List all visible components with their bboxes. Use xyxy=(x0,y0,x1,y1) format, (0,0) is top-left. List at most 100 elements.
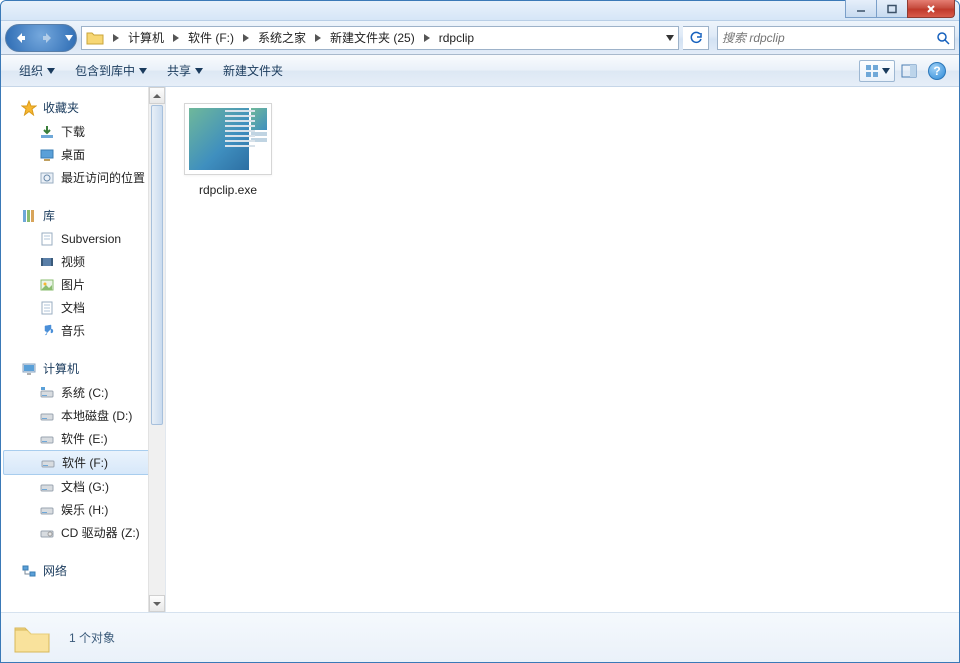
music-icon xyxy=(39,323,55,339)
scroll-down-button[interactable] xyxy=(149,595,165,612)
search-input[interactable] xyxy=(722,31,936,45)
breadcrumb-separator-icon[interactable] xyxy=(110,27,122,49)
breadcrumb-separator-icon[interactable] xyxy=(240,27,252,49)
back-button[interactable] xyxy=(6,25,34,51)
sidebar-item-label: 最近访问的位置 xyxy=(61,169,145,186)
sidebar-group-favorites[interactable]: 收藏夹 xyxy=(1,95,165,120)
sidebar-item-music[interactable]: 音乐 xyxy=(1,319,165,342)
sidebar-item-drive-f[interactable]: 软件 (F:) xyxy=(3,450,163,475)
newfolder-label: 新建文件夹 xyxy=(223,62,283,79)
breadcrumb-separator-icon[interactable] xyxy=(312,27,324,49)
file-thumbnail xyxy=(184,103,272,175)
drive-icon xyxy=(39,502,55,518)
sidebar-item-label: 文档 xyxy=(61,299,85,316)
sidebar-item-videos[interactable]: 视频 xyxy=(1,250,165,273)
sidebar-item-label: 图片 xyxy=(61,276,85,293)
titlebar xyxy=(1,1,959,21)
sidebar-item-drive-g[interactable]: 文档 (G:) xyxy=(1,475,165,498)
address-dropdown[interactable] xyxy=(660,27,678,49)
network-icon xyxy=(21,563,37,579)
breadcrumb-item[interactable]: rdpclip xyxy=(433,27,480,49)
sidebar-item-downloads[interactable]: 下载 xyxy=(1,120,165,143)
maximize-button[interactable] xyxy=(876,0,908,18)
video-icon xyxy=(39,254,55,270)
sidebar-item-label: 音乐 xyxy=(61,322,85,339)
chevron-down-icon xyxy=(195,68,203,74)
sidebar-group-label: 网络 xyxy=(43,562,67,579)
sidebar-item-drive-d[interactable]: 本地磁盘 (D:) xyxy=(1,404,165,427)
recent-icon xyxy=(39,170,55,186)
scroll-thumb[interactable] xyxy=(151,105,163,425)
body: 收藏夹 下载 桌面 最近访问的位置 库 xyxy=(1,87,959,612)
status-text: 1 个对象 xyxy=(69,629,115,646)
cd-drive-icon xyxy=(39,525,55,541)
star-icon xyxy=(21,100,37,116)
sidebar-item-drive-e[interactable]: 软件 (E:) xyxy=(1,427,165,450)
share-button[interactable]: 共享 xyxy=(157,55,213,86)
navigation-pane[interactable]: 收藏夹 下载 桌面 最近访问的位置 库 xyxy=(1,87,166,612)
help-icon: ? xyxy=(928,62,946,80)
preview-pane-icon xyxy=(901,63,917,79)
sidebar-group-computer[interactable]: 计算机 xyxy=(1,356,165,381)
nav-arrows xyxy=(5,24,77,52)
file-item[interactable]: rdpclip.exe xyxy=(178,103,278,197)
document-icon xyxy=(39,300,55,316)
sidebar-item-desktop[interactable]: 桌面 xyxy=(1,143,165,166)
content-pane[interactable]: rdpclip.exe xyxy=(166,87,959,612)
sidebar-item-label: 桌面 xyxy=(61,146,85,163)
picture-icon xyxy=(39,277,55,293)
sidebar-item-label: 视频 xyxy=(61,253,85,270)
breadcrumb-item[interactable]: 系统之家 xyxy=(252,27,312,49)
breadcrumb-item[interactable]: 新建文件夹 (25) xyxy=(324,27,421,49)
minimize-button[interactable] xyxy=(845,0,877,18)
chevron-down-icon xyxy=(47,68,55,74)
new-folder-button[interactable]: 新建文件夹 xyxy=(213,55,293,86)
preview-pane-button[interactable] xyxy=(895,60,923,82)
refresh-button[interactable] xyxy=(683,26,709,50)
search-bar[interactable] xyxy=(717,26,955,50)
chevron-down-icon xyxy=(882,68,890,74)
sidebar-item-drive-h[interactable]: 娱乐 (H:) xyxy=(1,498,165,521)
sidebar-item-subversion[interactable]: Subversion xyxy=(1,228,165,250)
file-name-label: rdpclip.exe xyxy=(199,183,257,197)
sidebar-item-recent[interactable]: 最近访问的位置 xyxy=(1,166,165,189)
chevron-down-icon xyxy=(139,68,147,74)
breadcrumb-item[interactable]: 软件 (F:) xyxy=(182,27,240,49)
sidebar-group-label: 收藏夹 xyxy=(43,99,79,116)
drive-icon xyxy=(39,408,55,424)
drive-icon xyxy=(39,431,55,447)
breadcrumb-item[interactable]: 计算机 xyxy=(122,27,170,49)
drive-icon xyxy=(40,455,56,471)
sidebar-item-label: 系统 (C:) xyxy=(61,384,108,401)
breadcrumb-separator-icon[interactable] xyxy=(170,27,182,49)
nav-history-dropdown[interactable] xyxy=(62,25,76,51)
sidebar-group-label: 计算机 xyxy=(43,360,79,377)
sidebar-item-drive-c[interactable]: 系统 (C:) xyxy=(1,381,165,404)
breadcrumb-separator-icon[interactable] xyxy=(421,27,433,49)
command-bar: 组织 包含到库中 共享 新建文件夹 ? xyxy=(1,55,959,87)
sidebar-group-network[interactable]: 网络 xyxy=(1,558,165,583)
folder-icon xyxy=(86,29,104,47)
sidebar-group-libraries[interactable]: 库 xyxy=(1,203,165,228)
forward-button[interactable] xyxy=(34,25,62,51)
sidebar-item-label: 软件 (E:) xyxy=(61,430,108,447)
drive-icon xyxy=(39,385,55,401)
view-icon xyxy=(864,63,880,79)
sidebar-item-pictures[interactable]: 图片 xyxy=(1,273,165,296)
window-buttons xyxy=(846,0,955,18)
include-in-library-button[interactable]: 包含到库中 xyxy=(65,55,157,86)
library-icon xyxy=(21,208,37,224)
close-button[interactable] xyxy=(907,0,955,18)
sidebar-scrollbar[interactable] xyxy=(148,87,165,612)
help-button[interactable]: ? xyxy=(923,60,951,82)
scroll-up-button[interactable] xyxy=(149,87,165,104)
organize-button[interactable]: 组织 xyxy=(9,55,65,86)
navigation-bar: 计算机 软件 (F:) 系统之家 新建文件夹 (25) rdpclip xyxy=(1,21,959,55)
share-label: 共享 xyxy=(167,62,191,79)
sidebar-item-documents[interactable]: 文档 xyxy=(1,296,165,319)
include-label: 包含到库中 xyxy=(75,62,135,79)
address-bar[interactable]: 计算机 软件 (F:) 系统之家 新建文件夹 (25) rdpclip xyxy=(81,26,679,50)
folder-icon xyxy=(13,622,51,654)
sidebar-item-drive-z[interactable]: CD 驱动器 (Z:) xyxy=(1,521,165,544)
view-options-button[interactable] xyxy=(859,60,895,82)
